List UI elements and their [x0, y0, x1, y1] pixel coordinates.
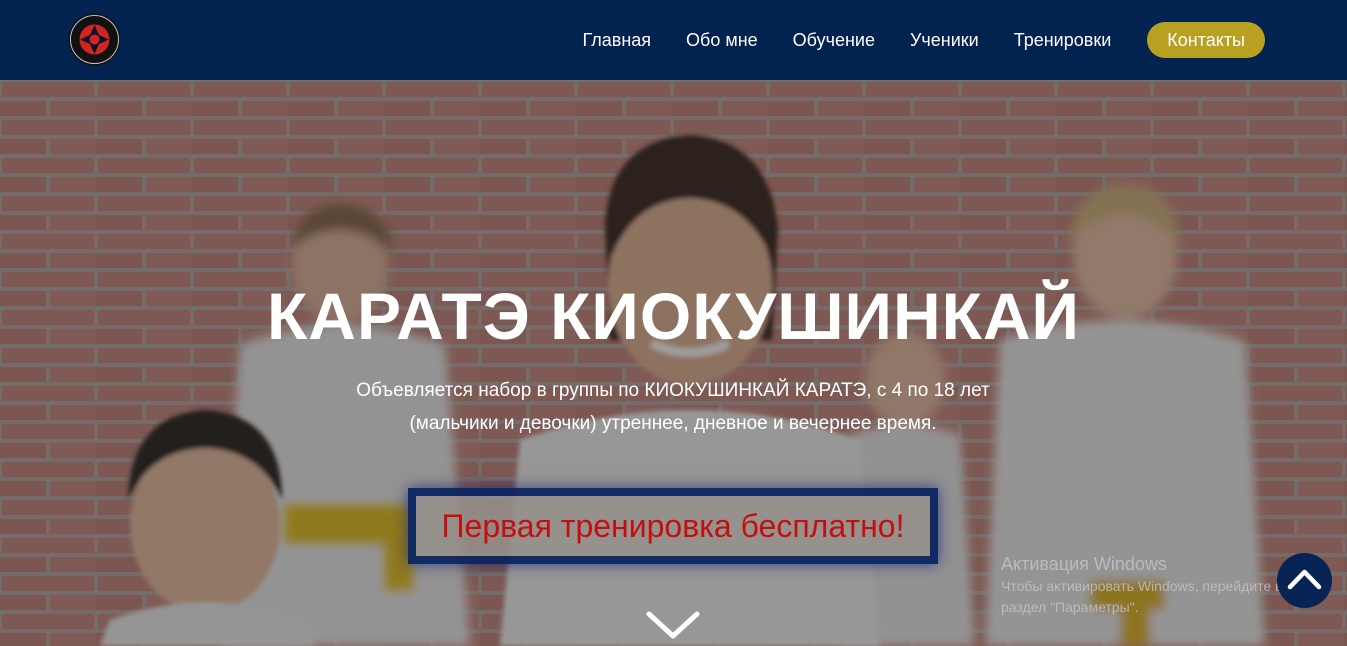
- watermark-line-1: Чтобы активировать Windows, перейдите в: [1001, 578, 1283, 594]
- hero-description: Объевляется набор в группы по КИОКУШИНКА…: [273, 374, 1073, 440]
- watermark-title: Активация Windows: [1001, 554, 1167, 574]
- free-training-label: Первая тренировка бесплатно!: [416, 496, 930, 556]
- nav-workouts[interactable]: Тренировки: [1014, 22, 1112, 58]
- kyokushin-logo-icon[interactable]: [68, 13, 121, 66]
- nav-training[interactable]: Обучение: [793, 22, 875, 58]
- hero-description-line-2: (мальчики и девочки) утреннее, дневное и…: [409, 413, 937, 434]
- nav-home[interactable]: Главная: [583, 22, 652, 58]
- watermark-line-2: раздел "Параметры".: [1001, 599, 1139, 615]
- chevron-up-icon: [1287, 569, 1322, 590]
- contacts-button[interactable]: Контакты: [1147, 22, 1265, 58]
- nav-students[interactable]: Ученики: [910, 22, 979, 58]
- main-nav: Главная Обо мне Обучение Ученики Трениро…: [583, 22, 1265, 58]
- windows-activation-watermark: Активация Windows Чтобы активировать Win…: [1001, 553, 1283, 617]
- page-title: КАРАТЭ КИОКУШИНКАЙ: [267, 279, 1080, 353]
- nav-about[interactable]: Обо мне: [686, 22, 758, 58]
- site-header: Главная Обо мне Обучение Ученики Трениро…: [0, 0, 1347, 80]
- hero-description-line-1: Объевляется набор в группы по КИОКУШИНКА…: [356, 380, 990, 401]
- chevron-down-icon[interactable]: [645, 610, 701, 640]
- free-training-banner[interactable]: Первая тренировка бесплатно!: [408, 488, 938, 564]
- scroll-to-top-button[interactable]: [1277, 553, 1332, 608]
